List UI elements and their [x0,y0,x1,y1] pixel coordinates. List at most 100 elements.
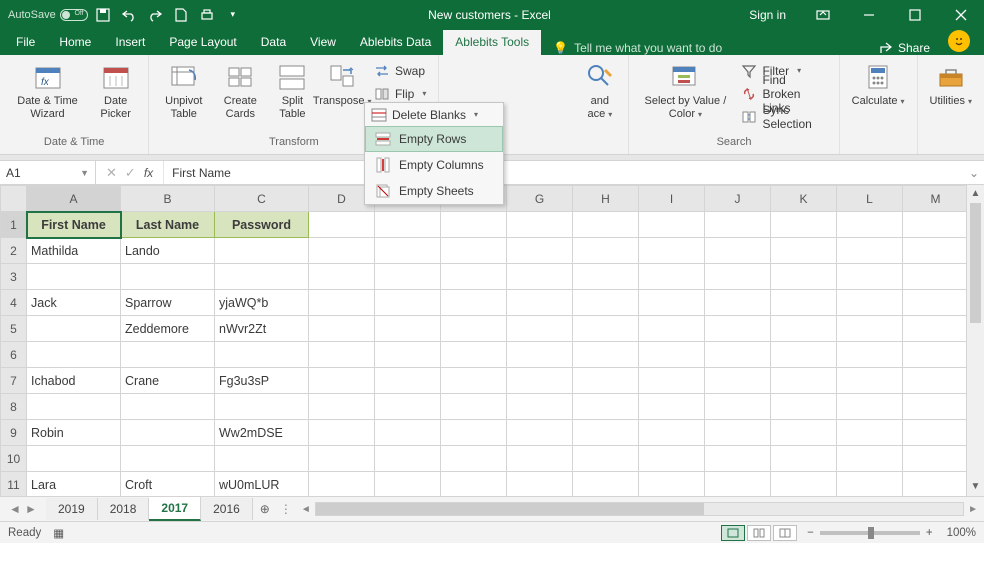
tab-ablebits-tools[interactable]: Ablebits Tools [443,30,541,55]
cell[interactable] [441,342,507,368]
row-header[interactable]: 1 [1,212,27,238]
cell[interactable] [705,446,771,472]
cell[interactable] [507,420,573,446]
cell[interactable] [441,368,507,394]
cell[interactable] [705,342,771,368]
cell[interactable] [573,264,639,290]
cell[interactable] [639,342,705,368]
cell[interactable]: Zeddemore [121,316,215,342]
cell[interactable] [837,212,903,238]
date-time-wizard-button[interactable]: fx Date & Time Wizard [8,59,87,135]
cell[interactable] [573,316,639,342]
cell[interactable]: Last Name [121,212,215,238]
zoom-slider[interactable] [820,531,920,535]
cell[interactable] [375,238,441,264]
cell[interactable] [837,342,903,368]
share-button[interactable]: Share [866,41,942,55]
cell[interactable] [903,472,967,497]
cell[interactable] [771,446,837,472]
cell[interactable]: wU0mLUR [215,472,309,497]
cell[interactable] [375,394,441,420]
cell[interactable] [771,368,837,394]
cell[interactable] [903,368,967,394]
cell[interactable] [309,394,375,420]
cell[interactable] [507,212,573,238]
sign-in-button[interactable]: Sign in [735,8,800,22]
row-header[interactable]: 6 [1,342,27,368]
cell[interactable] [441,264,507,290]
cell[interactable] [903,316,967,342]
cell[interactable] [441,290,507,316]
cell[interactable] [837,368,903,394]
select-by-value-color-button[interactable]: Select by Value / Color [637,59,733,135]
hscroll-thumb[interactable] [316,503,704,515]
close-button[interactable] [938,0,984,29]
cell[interactable] [837,472,903,497]
tab-scroll-dots[interactable]: ⋮ [277,502,295,516]
cell[interactable] [309,472,375,497]
expand-formula-icon[interactable]: ⌄ [964,166,984,180]
menu-empty-rows[interactable]: Empty Rows [365,126,503,152]
col-header[interactable]: B [121,186,215,212]
col-header[interactable]: L [837,186,903,212]
row-header[interactable]: 3 [1,264,27,290]
cell[interactable] [573,446,639,472]
calculate-button[interactable]: Calculate [848,59,909,135]
cell[interactable] [837,264,903,290]
horizontal-scrollbar[interactable]: ◄ ► [295,502,984,516]
scroll-up-icon[interactable]: ▲ [967,185,984,203]
maximize-button[interactable] [892,0,938,29]
col-header[interactable]: G [507,186,573,212]
cell[interactable] [639,290,705,316]
row-header[interactable]: 10 [1,446,27,472]
cell[interactable]: Mathilda [27,238,121,264]
cell[interactable] [507,264,573,290]
utilities-button[interactable]: Utilities [926,59,976,135]
cell[interactable] [309,342,375,368]
cell[interactable] [441,316,507,342]
save-icon[interactable] [92,4,114,26]
cell[interactable] [573,368,639,394]
cell[interactable] [309,212,375,238]
cell[interactable] [903,264,967,290]
cell[interactable] [771,420,837,446]
cell[interactable] [837,290,903,316]
cell[interactable] [375,368,441,394]
cell[interactable] [705,420,771,446]
cell[interactable] [507,342,573,368]
sheet-nav-next-icon[interactable]: ► [24,502,38,516]
cell[interactable] [573,238,639,264]
grid[interactable]: A B C D E F G H I J K L M 1 [0,185,966,496]
sheet-nav-prev-icon[interactable]: ◄ [8,502,22,516]
zoom-out-icon[interactable]: − [807,527,814,539]
cell[interactable] [837,316,903,342]
cancel-icon[interactable]: ✕ [106,165,117,181]
cell[interactable] [375,264,441,290]
enter-icon[interactable]: ✓ [125,165,136,181]
cell[interactable] [507,290,573,316]
cell[interactable]: nWvr2Zt [215,316,309,342]
cell[interactable]: Lara [27,472,121,497]
cell[interactable] [375,316,441,342]
row-header[interactable]: 7 [1,368,27,394]
cell[interactable] [639,420,705,446]
col-header[interactable]: A [27,186,121,212]
row-header[interactable]: 2 [1,238,27,264]
cell[interactable] [837,420,903,446]
sync-selection-button[interactable]: Sync Selection [737,105,830,128]
cell[interactable] [375,420,441,446]
cell[interactable]: Password [215,212,309,238]
cell[interactable]: yjaWQ*b [215,290,309,316]
sheet-tab[interactable]: 2019 [46,498,98,520]
cell[interactable] [215,394,309,420]
cell[interactable] [121,394,215,420]
name-box[interactable]: A1 ▼ [0,161,96,184]
scroll-left-icon[interactable]: ◄ [301,504,311,515]
cell[interactable] [639,316,705,342]
cell[interactable]: Ichabod [27,368,121,394]
cell[interactable] [309,290,375,316]
cell[interactable] [309,264,375,290]
feedback-icon[interactable] [948,30,970,52]
formula-input[interactable]: First Name [164,166,964,180]
cell[interactable] [441,472,507,497]
